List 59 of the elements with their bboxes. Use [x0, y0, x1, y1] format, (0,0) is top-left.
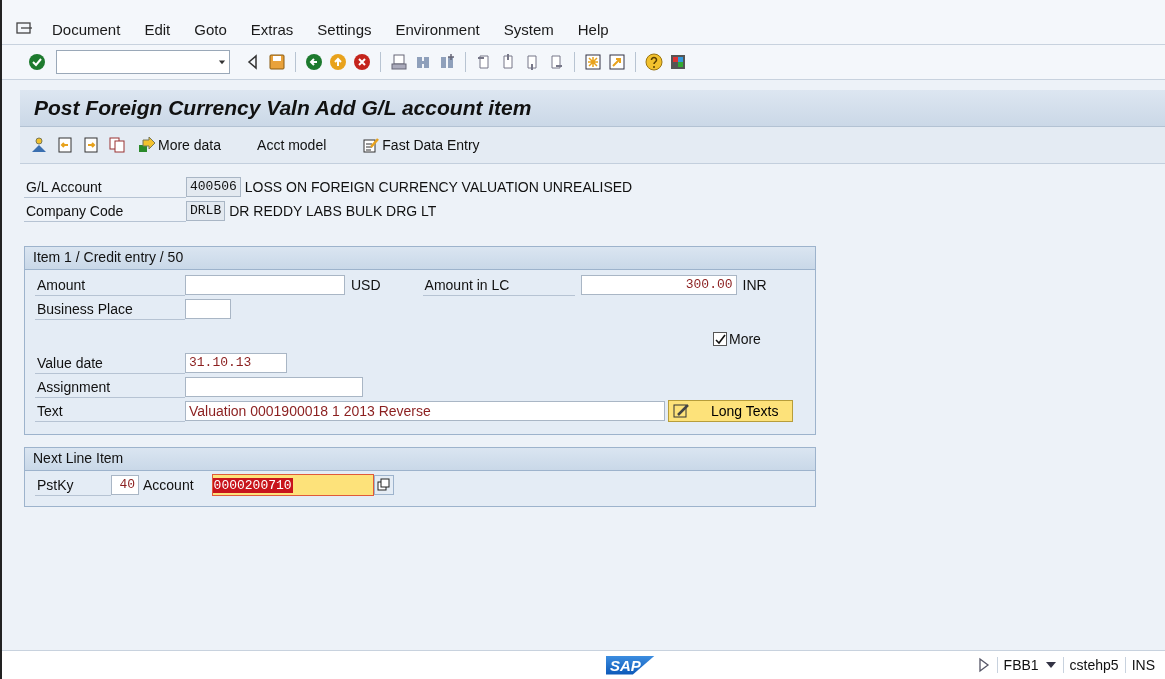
- logo: SAP: [606, 655, 655, 675]
- cancel-icon[interactable]: [353, 53, 371, 71]
- menu-item[interactable]: Environment: [383, 20, 492, 38]
- menu-item[interactable]: Settings: [305, 20, 384, 38]
- field-description: DR REDDY LABS BULK DRG LT: [229, 203, 437, 219]
- server-name: cstehp5: [1062, 657, 1125, 673]
- menu-item[interactable]: Extras: [238, 20, 306, 38]
- checkbox[interactable]: [713, 332, 727, 346]
- pencil-icon[interactable]: [673, 402, 691, 420]
- expand-triangle-icon[interactable]: [976, 657, 991, 673]
- amount-field[interactable]: [185, 275, 345, 295]
- readonly-field: 400506: [186, 177, 241, 197]
- find-next-icon[interactable]: [438, 53, 456, 71]
- document-left-icon[interactable]: [56, 136, 74, 154]
- insert-mode: INS: [1124, 657, 1161, 673]
- dropdown-icon[interactable]: [1044, 660, 1057, 670]
- fast-data-entry-button[interactable]: Fast Data Entry: [358, 136, 484, 154]
- command-field[interactable]: [56, 50, 230, 74]
- readonly-field: DRLB: [186, 201, 226, 221]
- field-label: Account: [143, 477, 194, 493]
- menu-item[interactable]: Goto: [182, 20, 239, 38]
- print-icon[interactable]: [390, 53, 408, 71]
- business-place-field[interactable]: [185, 299, 231, 319]
- help-icon[interactable]: [645, 53, 663, 71]
- menu-item[interactable]: Help: [565, 20, 621, 38]
- currency-label: INR: [742, 277, 767, 293]
- copy-icon[interactable]: [108, 136, 126, 154]
- long-texts-button[interactable]: Long Texts: [668, 400, 794, 422]
- screen-title: Post Foreign Currency Valn Add G/L account item: [20, 90, 1165, 127]
- form-pencil-icon[interactable]: [362, 136, 381, 154]
- amount-in-lc-field[interactable]: 300.00: [580, 275, 737, 295]
- posting-key-field[interactable]: 40: [111, 475, 139, 495]
- layout-icon[interactable]: [669, 53, 687, 71]
- copy-icon[interactable]: [373, 475, 394, 495]
- save-icon[interactable]: [268, 53, 286, 71]
- field-description: LOSS ON FOREIGN CURRENCY VALUATION UNREALISED: [244, 179, 633, 195]
- menu-item[interactable]: System: [491, 20, 566, 38]
- more-data-button[interactable]: More data: [134, 136, 226, 154]
- group-title: Next Line Item: [25, 448, 815, 471]
- arrow-icon[interactable]: [138, 136, 156, 154]
- check-icon[interactable]: [28, 53, 46, 71]
- value-date-field[interactable]: 31.10.13: [185, 353, 287, 373]
- acct-model-button[interactable]: Acct model: [253, 137, 331, 153]
- group-title: Item 1 / Credit entry / 50: [25, 247, 815, 270]
- new-session-icon[interactable]: [584, 53, 602, 71]
- menu-item[interactable]: Document: [40, 20, 133, 38]
- menu-item[interactable]: Edit: [132, 20, 183, 38]
- document-right-icon[interactable]: [82, 136, 100, 154]
- back-icon[interactable]: [305, 53, 323, 71]
- shortcut-icon[interactable]: [608, 53, 626, 71]
- field-label: Amount in LC: [422, 274, 575, 296]
- menu-icon[interactable]: [16, 21, 34, 37]
- transaction-code[interactable]: FBB1: [996, 657, 1045, 673]
- account-field[interactable]: 0000200710: [211, 474, 374, 496]
- currency-label: USD: [351, 277, 381, 293]
- checkbox-label: More: [729, 331, 761, 347]
- assignment-field[interactable]: [185, 377, 363, 397]
- text-field[interactable]: Valuation 0001900018 1 2013 Reverse: [185, 401, 665, 421]
- person-icon[interactable]: [30, 136, 48, 154]
